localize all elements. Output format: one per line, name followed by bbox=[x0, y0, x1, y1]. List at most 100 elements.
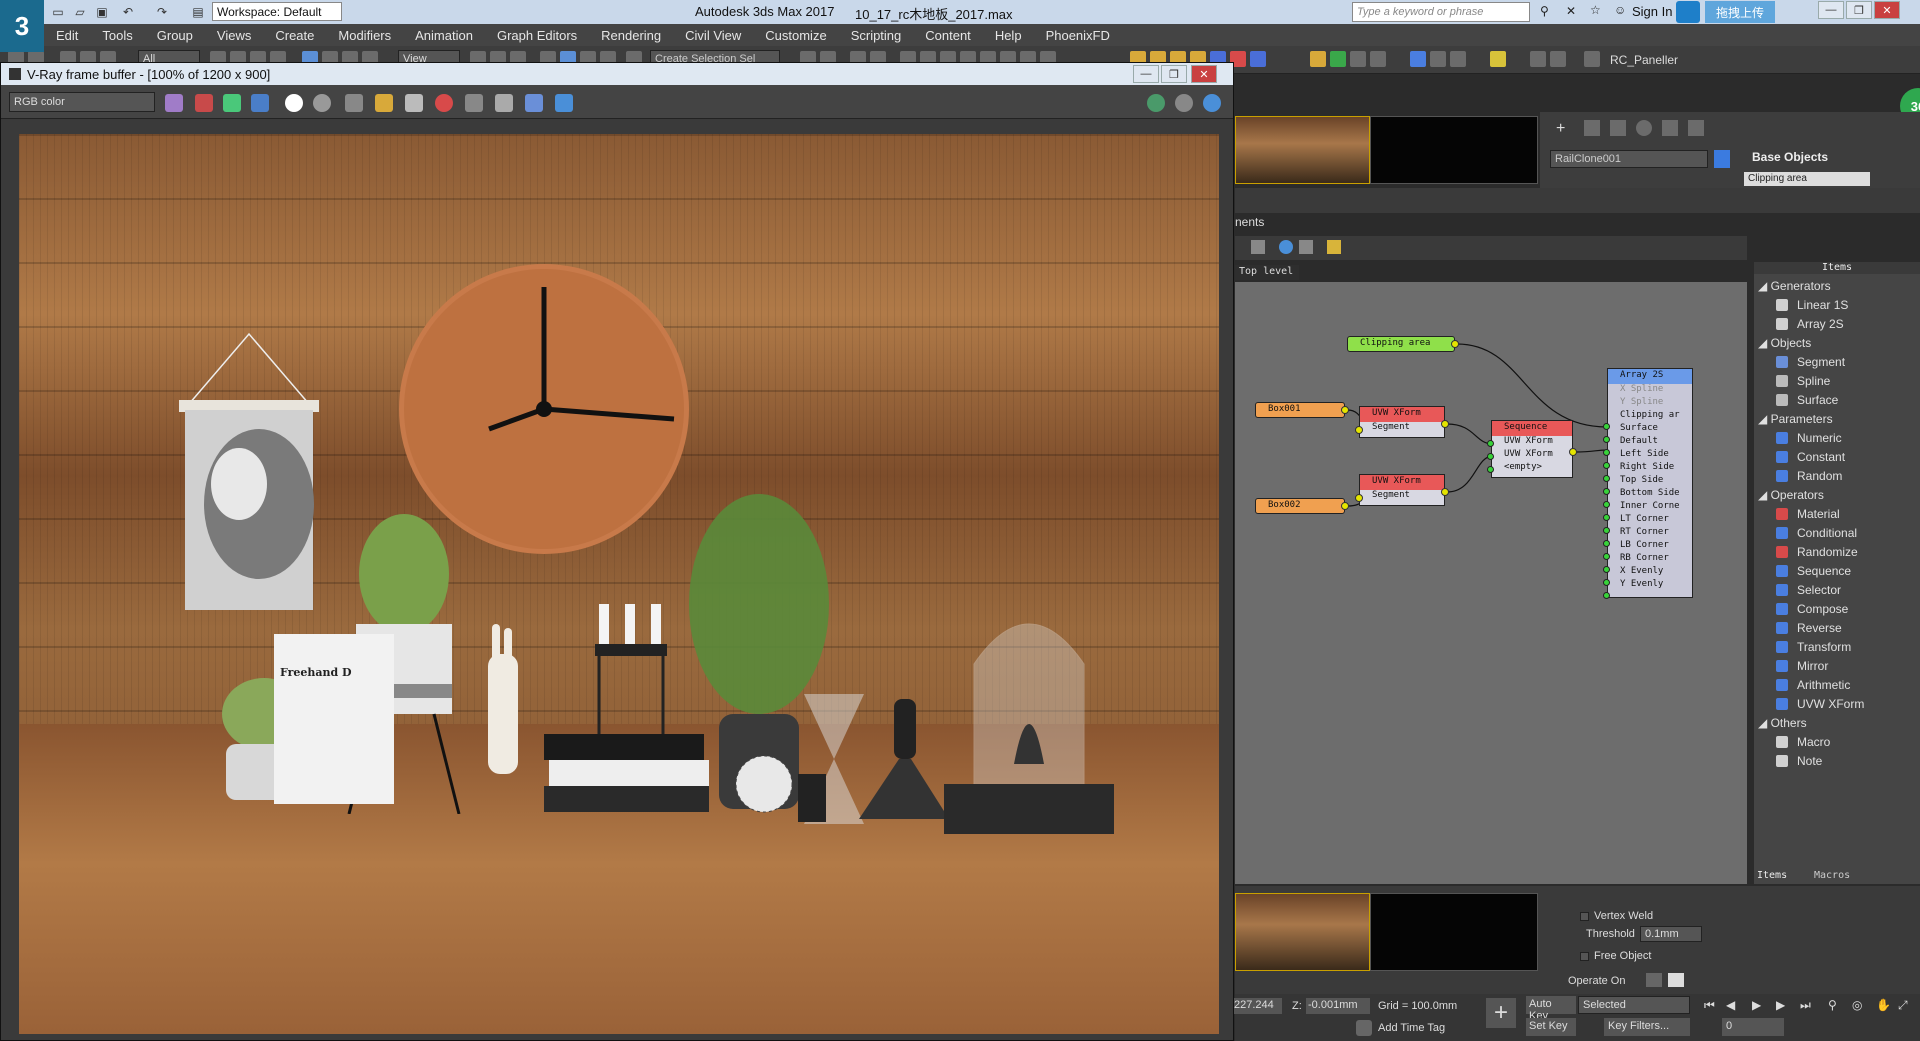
maximize-button[interactable]: ❐ bbox=[1846, 1, 1872, 19]
play-icon[interactable]: ▶ bbox=[1752, 998, 1766, 1012]
red-channel-icon[interactable] bbox=[195, 94, 213, 112]
time-tag-icon[interactable] bbox=[1356, 1020, 1372, 1036]
category-generators[interactable]: ◢ Generators bbox=[1758, 279, 1831, 293]
sign-in-link[interactable]: Sign In bbox=[1632, 4, 1672, 19]
item-uvw-xform[interactable]: UVW XForm bbox=[1776, 697, 1864, 711]
threshold-spinner[interactable]: 0.1mm bbox=[1640, 926, 1702, 942]
item-note[interactable]: Note bbox=[1776, 754, 1822, 768]
port-sequence-in-3[interactable] bbox=[1487, 466, 1494, 473]
port-array-right[interactable] bbox=[1603, 475, 1610, 482]
operate-on-pick-icon[interactable] bbox=[1646, 973, 1662, 987]
vray-vfb-icon[interactable] bbox=[1250, 51, 1266, 67]
rc-paneller-icon[interactable] bbox=[1584, 51, 1600, 67]
material-thumbnail[interactable] bbox=[1235, 116, 1370, 184]
item-arithmetic[interactable]: Arithmetic bbox=[1776, 678, 1850, 692]
go-to-end-icon[interactable]: ⏭ bbox=[1800, 998, 1814, 1012]
category-parameters[interactable]: ◢ Parameters bbox=[1758, 412, 1833, 426]
port-array-lt[interactable] bbox=[1603, 527, 1610, 534]
lens-effects-icon[interactable] bbox=[1147, 94, 1165, 112]
current-frame-field[interactable]: 0 bbox=[1722, 1018, 1784, 1036]
vertex-weld-checkbox[interactable]: Vertex Weld bbox=[1580, 910, 1653, 922]
object-name-field[interactable]: RailClone001 bbox=[1550, 150, 1708, 168]
category-operators[interactable]: ◢ Operators bbox=[1758, 488, 1824, 502]
panel-icon[interactable] bbox=[1370, 51, 1386, 67]
prev-frame-icon[interactable]: ◀ bbox=[1726, 998, 1740, 1012]
load-image-icon[interactable] bbox=[375, 94, 393, 112]
mono-mode-icon[interactable] bbox=[313, 94, 331, 112]
orbit-icon[interactable]: ◎ bbox=[1852, 998, 1866, 1012]
workspace-dropdown[interactable]: Workspace: Default bbox=[212, 2, 342, 21]
exchange-icon[interactable]: ✕ bbox=[1566, 4, 1576, 18]
vfb-close-button[interactable]: ✕ bbox=[1191, 65, 1217, 83]
top-level-tab[interactable]: Top level bbox=[1235, 265, 1299, 280]
new-file-icon[interactable]: ▭ bbox=[48, 3, 68, 21]
port-array-surface[interactable] bbox=[1603, 436, 1610, 443]
channel-dropdown[interactable]: RGB color bbox=[9, 92, 155, 112]
port-array-bottom[interactable] bbox=[1603, 501, 1610, 508]
node-uvw-xform-1[interactable]: UVW XForm Segment bbox=[1359, 406, 1445, 438]
port-uvw2-in[interactable] bbox=[1355, 494, 1363, 502]
delete-node-icon[interactable] bbox=[1251, 240, 1265, 254]
clipping-area-item[interactable]: Clipping area bbox=[1744, 172, 1870, 186]
duplicate-vfb-icon[interactable] bbox=[405, 94, 423, 112]
menu-phoenixfd[interactable]: PhoenixFD bbox=[1034, 28, 1122, 43]
category-objects[interactable]: ◢ Objects bbox=[1758, 336, 1811, 350]
pan-icon[interactable]: ✋ bbox=[1876, 998, 1891, 1012]
grid-icon[interactable] bbox=[1530, 51, 1546, 67]
coord-x-field[interactable]: 227.244 bbox=[1232, 998, 1282, 1014]
port-array-clipping[interactable] bbox=[1603, 423, 1610, 430]
item-transform[interactable]: Transform bbox=[1776, 640, 1851, 654]
tab-macros[interactable]: Macros bbox=[1814, 870, 1850, 881]
menu-scripting[interactable]: Scripting bbox=[839, 28, 914, 43]
menu-tools[interactable]: Tools bbox=[90, 28, 144, 43]
plant-icon[interactable] bbox=[1330, 51, 1346, 67]
material-thumbnail-2[interactable] bbox=[1235, 893, 1370, 971]
modify-tab-icon[interactable] bbox=[1584, 120, 1600, 136]
undo-icon[interactable]: ↶ bbox=[118, 3, 138, 21]
snap-grid-icon[interactable] bbox=[1550, 51, 1566, 67]
upload-button[interactable]: 拖拽上传 bbox=[1705, 1, 1775, 23]
forest-icon[interactable] bbox=[1450, 51, 1466, 67]
item-segment[interactable]: Segment bbox=[1776, 355, 1845, 369]
set-key-plus-icon[interactable]: + bbox=[1486, 998, 1516, 1028]
next-frame-icon[interactable]: ▶ bbox=[1776, 998, 1790, 1012]
menu-content[interactable]: Content bbox=[913, 28, 983, 43]
favorites-icon[interactable]: ☆ bbox=[1590, 3, 1601, 17]
item-array-2s[interactable]: Array 2S bbox=[1776, 317, 1844, 331]
item-conditional[interactable]: Conditional bbox=[1776, 526, 1857, 540]
project-icon[interactable]: ▤ bbox=[188, 3, 208, 21]
item-random[interactable]: Random bbox=[1776, 469, 1842, 483]
maximize-viewport-icon[interactable]: ⤢ bbox=[1898, 998, 1912, 1012]
clear-image-icon[interactable] bbox=[435, 94, 453, 112]
motion-tab-icon[interactable] bbox=[1636, 120, 1652, 136]
vray-frame-buffer-window[interactable]: V-Ray frame buffer - [100% of 1200 x 900… bbox=[0, 62, 1234, 1041]
port-array-top[interactable] bbox=[1603, 488, 1610, 495]
refresh-icon[interactable] bbox=[1279, 240, 1293, 254]
set-key-button[interactable]: Set Key bbox=[1526, 1018, 1576, 1036]
port-uvw1-out[interactable] bbox=[1441, 420, 1449, 428]
node-sequence[interactable]: Sequence UVW XForm UVW XForm <empty> bbox=[1491, 420, 1573, 478]
stereo-icon[interactable] bbox=[1175, 94, 1193, 112]
port-sequence-in-1[interactable] bbox=[1487, 440, 1494, 447]
zoom-icon[interactable]: ⚲ bbox=[1828, 998, 1842, 1012]
app-logo[interactable]: 3 bbox=[0, 0, 44, 52]
port-array-rb[interactable] bbox=[1603, 566, 1610, 573]
object-color-swatch[interactable] bbox=[1714, 150, 1730, 168]
menu-rendering[interactable]: Rendering bbox=[589, 28, 673, 43]
item-macro[interactable]: Macro bbox=[1776, 735, 1830, 749]
item-constant[interactable]: Constant bbox=[1776, 450, 1845, 464]
port-box002-out[interactable] bbox=[1341, 502, 1349, 510]
vfb-history-icon[interactable] bbox=[555, 94, 573, 112]
menu-animation[interactable]: Animation bbox=[403, 28, 485, 43]
bulb-icon[interactable] bbox=[1490, 51, 1506, 67]
cloud-icon[interactable] bbox=[1676, 1, 1700, 23]
category-others[interactable]: ◢ Others bbox=[1758, 716, 1807, 730]
tab-items[interactable]: Items bbox=[1757, 870, 1787, 881]
item-numeric[interactable]: Numeric bbox=[1776, 431, 1842, 445]
menu-create[interactable]: Create bbox=[263, 28, 326, 43]
item-compose[interactable]: Compose bbox=[1776, 602, 1848, 616]
add-time-tag-button[interactable]: Add Time Tag bbox=[1378, 1022, 1445, 1034]
port-uvw1-in[interactable] bbox=[1355, 426, 1363, 434]
key-selection-dropdown[interactable]: Selected bbox=[1578, 996, 1690, 1014]
item-reverse[interactable]: Reverse bbox=[1776, 621, 1842, 635]
